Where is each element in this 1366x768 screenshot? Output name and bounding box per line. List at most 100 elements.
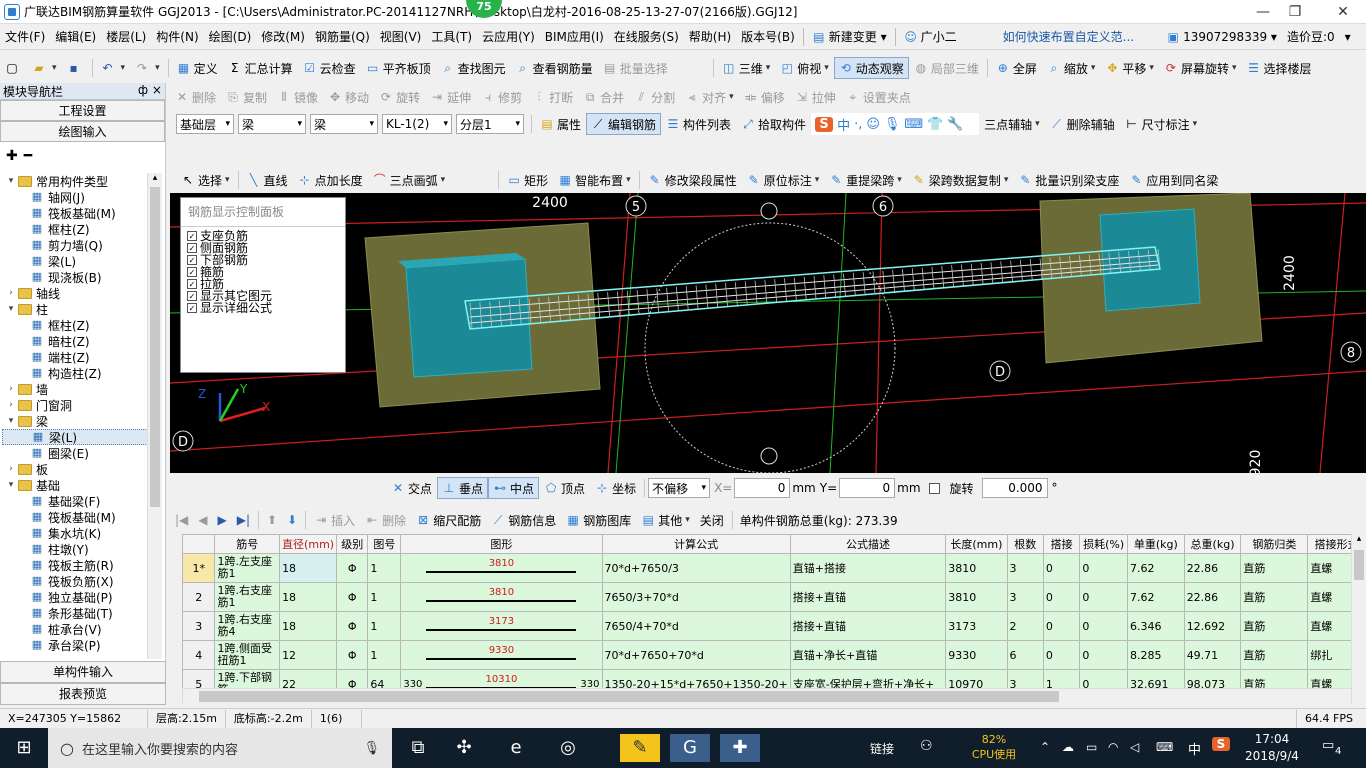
modify-segment-button[interactable]: ✎ 修改梁段属性 xyxy=(643,169,742,191)
fullscreen-button[interactable]: ⊕ 全屏 xyxy=(991,57,1042,79)
table-scroll-thumb[interactable] xyxy=(1354,550,1364,580)
split-button[interactable]: ⫽ 分割 xyxy=(629,86,680,108)
local-3d-button[interactable]: ◍ 局部三维 xyxy=(909,57,984,79)
delete-row-button[interactable]: ⇤ 删除 xyxy=(360,509,411,531)
tray-cloud-icon[interactable]: ☁ xyxy=(1062,740,1074,754)
menu-online[interactable]: 在线服务(S) xyxy=(609,28,684,45)
taskbar-search[interactable]: ○ 在这里输入你要搜索的内容 🎙 xyxy=(48,728,392,768)
tab-engineering-settings[interactable]: 工程设置 xyxy=(0,100,165,121)
rotate-checkbox[interactable] xyxy=(928,482,940,494)
tree-item[interactable]: ▦ 条形基础(T) xyxy=(2,605,162,621)
tree-item[interactable]: ▦ 暗柱(Z) xyxy=(2,333,162,349)
smart-layout-button[interactable]: ▦ 智能布置 xyxy=(553,169,636,191)
break-button[interactable]: ⫶ 打断 xyxy=(527,86,578,108)
find-element-button[interactable]: ⌕ 查找图元 xyxy=(436,57,511,79)
undo-button[interactable]: ↶ xyxy=(96,57,131,79)
notification-icon[interactable]: ▭ xyxy=(1322,738,1334,753)
cell-total[interactable]: 22.86 xyxy=(1183,582,1242,612)
pick-element-button[interactable]: ⤢ 拾取构件 xyxy=(736,113,811,135)
table-row[interactable]: 2 1跨.右支座筋1 18 Φ 1 3810 7650/3+70*d 搭接+直锚 3810 3 0 0… xyxy=(182,582,1366,612)
table-row[interactable]: 1* 1跨.左支座筋1 18 Φ 1 3810 70*d+7650/3 直锚+搭接 3810 3 0… xyxy=(182,553,1366,583)
select-button[interactable]: ↖ 选择 xyxy=(176,169,235,191)
menu-draw[interactable]: 绘图(D) xyxy=(204,28,257,45)
minimize-button[interactable]: — xyxy=(1248,2,1278,22)
rebar-library-button[interactable]: ▦ 钢筋图库 xyxy=(561,509,636,531)
tree-folder[interactable]: ▾ 基础 xyxy=(2,477,162,493)
tree-item[interactable]: ▦ 基础梁(F) xyxy=(2,493,162,509)
cell-desc[interactable]: 直锚+搭接 xyxy=(789,553,947,583)
3d-viewport[interactable]: 5 6 D 8 D 2400 2400 920 Z Y X xyxy=(170,193,1366,473)
cell-len[interactable]: 9330 xyxy=(945,640,1008,670)
re-span-button[interactable]: ✎ 重提梁跨 xyxy=(824,169,907,191)
y-input[interactable]: 0 xyxy=(839,478,896,498)
cell-len[interactable]: 3810 xyxy=(945,582,1008,612)
move-up-button[interactable]: ⬆ xyxy=(262,509,282,531)
trim-button[interactable]: ⫞ 修剪 xyxy=(476,86,527,108)
table-hscrollbar[interactable] xyxy=(182,688,1351,704)
microphone-icon[interactable]: 🎙 xyxy=(363,741,380,756)
menu-element[interactable]: 构件(N) xyxy=(151,28,203,45)
tray-volume-icon[interactable]: ◁ xyxy=(1130,740,1139,754)
cell-lap[interactable]: 0 xyxy=(1042,611,1081,641)
define-button[interactable]: ▦ 定义 xyxy=(172,57,223,79)
cell-formula[interactable]: 70*d+7650/3 xyxy=(601,553,791,583)
tray-network-icon[interactable]: ▭ xyxy=(1086,740,1097,754)
sum-calc-button[interactable]: Σ 汇总计算 xyxy=(223,57,298,79)
view-rebar-button[interactable]: ⌕ 查看钢筋量 xyxy=(511,57,598,79)
tray-sogou-icon[interactable]: S xyxy=(1212,737,1230,751)
menu-modify[interactable]: 修改(M) xyxy=(256,28,310,45)
zoom-button[interactable]: ⌕ 缩放 xyxy=(1042,57,1101,79)
offset-button[interactable]: ⟚ 偏移 xyxy=(739,86,790,108)
add-length-button[interactable]: ⊹ 点加长度 xyxy=(293,169,368,191)
tree-item[interactable]: ▦ 桩承台(V) xyxy=(2,621,162,637)
cell-desc[interactable]: 直锚+净长+直锚 xyxy=(789,640,947,670)
tree-item[interactable]: ▦ 剪力墙(Q) xyxy=(2,237,162,253)
cell-name[interactable]: 1跨.左支座筋1 xyxy=(214,553,281,583)
plan-view-button[interactable]: ◰ 俯视 xyxy=(775,57,834,79)
redo-button[interactable]: ↷ xyxy=(130,57,165,79)
keyboard-icon[interactable]: ⌨ xyxy=(904,117,923,132)
row-number[interactable]: 1* xyxy=(182,553,216,583)
skin-icon[interactable]: 👕 xyxy=(927,117,943,132)
tree-folder[interactable]: › 板 xyxy=(2,461,162,477)
expand-all-icon[interactable]: ✚ xyxy=(6,148,18,164)
cell-len[interactable]: 3810 xyxy=(945,553,1008,583)
table-hscroll-thumb[interactable] xyxy=(199,691,1059,702)
align-top-button[interactable]: ▭ 平齐板顶 xyxy=(361,57,436,79)
tab-single-element[interactable]: 单构件输入 xyxy=(0,661,166,683)
restore-button[interactable]: ❐ xyxy=(1280,2,1310,22)
table-row[interactable]: 4 1跨.侧面受扭筋1 12 Φ 1 9330 70*d+7650+70*d 直锚+净长+直锚… xyxy=(182,640,1366,670)
tray-wifi-icon[interactable]: ◠ xyxy=(1108,740,1118,754)
edit-rebar-button[interactable]: ⟋ 编辑钢筋 xyxy=(586,113,662,135)
batch-select-button[interactable]: ▤ 批量选择 xyxy=(598,57,673,79)
arc-button[interactable]: ⌒ 三点画弧 xyxy=(368,169,451,191)
table-row[interactable]: 3 1跨.右支座筋4 18 Φ 1 3173 7650/4+70*d 搭接+直锚 3173 2 0 0… xyxy=(182,611,1366,641)
save-button[interactable]: ▪ xyxy=(62,57,89,79)
column-header[interactable]: 单重(kg) xyxy=(1127,534,1185,554)
column-header[interactable]: 总重(kg) xyxy=(1183,534,1242,554)
tree-item[interactable]: ▦ 圈梁(E) xyxy=(2,445,162,461)
collapse-icon[interactable]: ▾ xyxy=(6,176,16,186)
dropdown-arrow-icon[interactable]: ▾ xyxy=(1340,30,1356,44)
new-change-button[interactable]: ▤ 新建变更 ▾ xyxy=(807,28,892,45)
cell-count[interactable]: 3 xyxy=(1006,553,1044,583)
tab-report-preview[interactable]: 报表预览 xyxy=(0,683,166,705)
tree-item[interactable]: ▦ 柱墩(Y) xyxy=(2,541,162,557)
rect-button[interactable]: ▭ 矩形 xyxy=(502,169,553,191)
column-header[interactable]: 图形 xyxy=(400,534,603,554)
tree-item[interactable]: ▦ 端柱(Z) xyxy=(2,349,162,365)
menu-bim[interactable]: BIM应用(I) xyxy=(540,28,609,45)
three-point-axis-button[interactable]: 三点辅轴 xyxy=(979,113,1045,135)
cell-dia[interactable]: 18 xyxy=(279,553,338,583)
tree-item[interactable]: ▦ 集水坑(K) xyxy=(2,525,162,541)
scroll-thumb[interactable] xyxy=(150,187,160,507)
checkbox-checked-icon[interactable]: ✓ xyxy=(187,279,197,289)
checkbox-checked-icon[interactable]: ✓ xyxy=(187,267,197,277)
column-header[interactable]: 长度(mm) xyxy=(945,534,1008,554)
tree-folder[interactable]: ▾ 梁 xyxy=(2,413,162,429)
x-input[interactable]: 0 xyxy=(734,478,791,498)
link-label[interactable]: 链接 xyxy=(870,740,894,757)
menu-rebar[interactable]: 钢筋量(Q) xyxy=(310,28,375,45)
column-header[interactable]: 搭接 xyxy=(1042,534,1081,554)
cell-formula[interactable]: 7650/4+70*d xyxy=(601,611,791,641)
